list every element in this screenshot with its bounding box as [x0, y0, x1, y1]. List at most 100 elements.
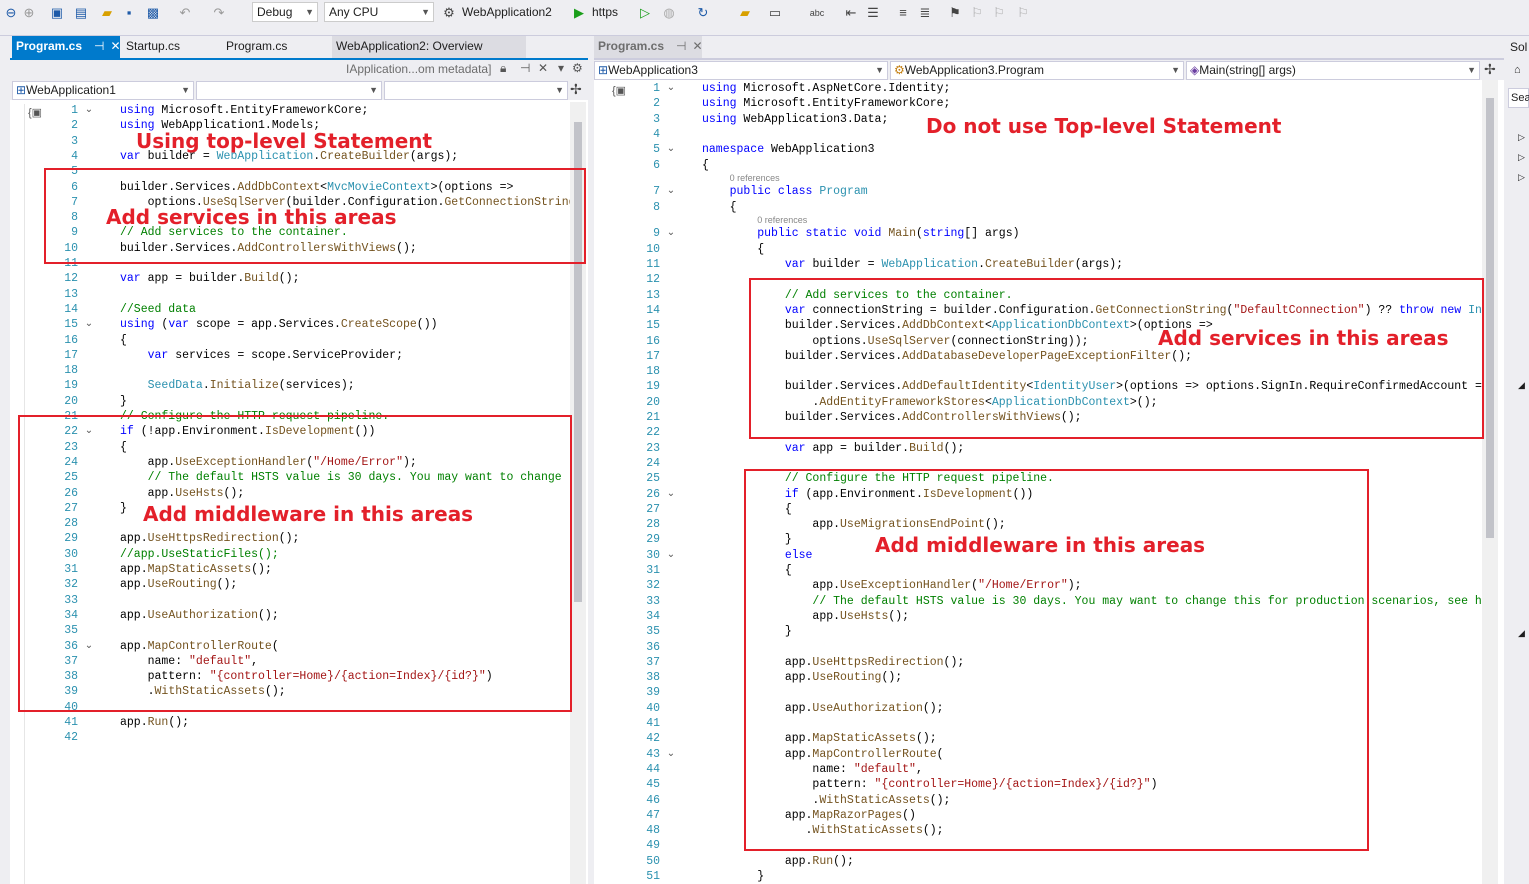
spellcheck-icon[interactable]: abc	[808, 4, 826, 22]
clear-bookmarks-icon[interactable]: ⚐	[1014, 4, 1032, 22]
code-token: using	[702, 82, 737, 95]
save-all-icon[interactable]: ▩	[144, 4, 162, 22]
chevron-down-icon[interactable]: ◢	[1518, 628, 1525, 639]
redo-icon[interactable]: ↷	[210, 4, 228, 22]
right-scroll-thumb[interactable]	[1486, 98, 1494, 538]
code-token: ();	[833, 854, 854, 868]
config-select[interactable]: Debug ▼	[252, 2, 318, 22]
bookmark-icon[interactable]: ⚑	[946, 4, 964, 22]
tab-startup-cs[interactable]: Startup.cs	[122, 36, 222, 58]
undo-icon[interactable]: ↶	[176, 4, 194, 22]
outline-icon[interactable]: ☰	[864, 4, 882, 22]
code-text: //Seed data	[120, 302, 196, 317]
fold-toggle-icon[interactable]: ⌄	[666, 226, 676, 241]
references-codelens[interactable]: 0 references	[594, 215, 1482, 227]
line-number: 48	[646, 824, 660, 838]
code-token: ();	[278, 272, 300, 286]
left-tab-bar: Program.cs ⊣ ✕ Startup.cs Program.cs WebAp…	[10, 36, 588, 58]
back-icon[interactable]: ⊖	[2, 4, 20, 22]
line-number: 6	[653, 158, 660, 172]
start-icon[interactable]: ▶	[570, 4, 588, 22]
refresh-icon[interactable]: ↻	[694, 4, 712, 22]
type-select[interactable]: ▼	[196, 81, 382, 100]
new-item-icon[interactable]: ▣	[48, 4, 66, 22]
pin-icon[interactable]: ⊣	[520, 61, 530, 75]
close-icon[interactable]: ✕	[538, 61, 548, 75]
references-label[interactable]: 0 references	[757, 215, 807, 227]
project-label: WebApplication1	[26, 83, 116, 97]
member-select[interactable]: ▼	[384, 81, 568, 100]
tab-overview[interactable]: WebApplication2: Overview	[332, 36, 526, 58]
code-token: Program	[819, 185, 868, 199]
code-text: {	[702, 158, 709, 173]
references-label[interactable]: 0 references	[730, 173, 780, 185]
project-select[interactable]: ⊞WebApplication3 ▼	[594, 61, 888, 80]
chevron-right-icon[interactable]: ▷	[1518, 152, 1525, 163]
fold-toggle-icon[interactable]: ⌄	[666, 747, 676, 762]
next-bookmark-icon[interactable]: ⚐	[990, 4, 1008, 22]
code-token: }	[120, 394, 127, 408]
line-number: 51	[646, 870, 660, 883]
project-select[interactable]: ⊞WebApplication1 ▼	[12, 81, 194, 100]
split-icon[interactable]: ✢	[1484, 61, 1496, 78]
platform-select[interactable]: Any CPU ▼	[324, 2, 434, 22]
chevron-down-icon: ▼	[1467, 65, 1476, 75]
left-edge-strip	[0, 36, 10, 884]
start-without-debug-icon[interactable]: ▷	[636, 4, 654, 22]
line-number: 16	[64, 333, 78, 347]
code-token: CreateBuilder	[985, 258, 1075, 271]
close-icon[interactable]: ✕	[110, 39, 120, 53]
layout-icon[interactable]: ▭	[766, 4, 784, 22]
line-number: 45	[646, 778, 660, 792]
startup-project-select[interactable]: WebApplication2	[462, 4, 552, 20]
fold-toggle-icon[interactable]: ⌄	[666, 184, 676, 199]
tab-program-cs[interactable]: Program.cs	[222, 36, 332, 58]
code-text: var services = scope.ServiceProvider;	[120, 348, 403, 363]
step-icon[interactable]: ⇤	[842, 4, 860, 22]
tab-program-cs-right[interactable]: Program.cs ⊣ ✕	[594, 36, 703, 58]
home-icon[interactable]: ⌂	[1514, 64, 1521, 76]
fold-toggle-icon[interactable]: ⌄	[666, 142, 676, 157]
member-select[interactable]: ◈Main(string[] args) ▼	[1186, 61, 1480, 80]
prev-bookmark-icon[interactable]: ⚐	[968, 4, 986, 22]
open-folder-icon[interactable]: ▰	[98, 4, 116, 22]
fold-toggle-icon[interactable]: ⌄	[84, 103, 94, 118]
tab-label: Startup.cs	[126, 39, 181, 53]
solution-explorer-tab[interactable]: Sol	[1510, 40, 1527, 54]
new-file-icon[interactable]: ▤	[72, 4, 90, 22]
class-select[interactable]: ⚙WebApplication3.Program ▼	[890, 61, 1184, 80]
solution-explorer-icon[interactable]: ▰	[736, 4, 754, 22]
hot-reload-icon[interactable]: ◍	[660, 4, 678, 22]
right-scrollbar[interactable]	[1482, 80, 1498, 884]
pin-icon[interactable]: ⊣	[94, 39, 104, 53]
split-icon[interactable]: ✢	[570, 81, 582, 98]
pin-icon[interactable]: ⊣	[676, 39, 686, 53]
code-text: var builder = WebApplication.CreateBuild…	[702, 257, 1123, 272]
fold-toggle-icon[interactable]: ⌄	[666, 81, 676, 96]
fold-toggle-icon[interactable]: ⌄	[666, 548, 676, 563]
solution-search-input[interactable]: Sea	[1508, 88, 1529, 108]
chevron-down-icon[interactable]: ◢	[1518, 380, 1525, 391]
close-icon[interactable]: ✕	[692, 39, 702, 53]
chevron-right-icon[interactable]: ▷	[1518, 172, 1525, 183]
references-codelens[interactable]: 0 references	[594, 173, 1482, 185]
code-token: [] args)	[964, 227, 1020, 241]
chevron-down-icon: ▼	[369, 85, 378, 95]
code-token: (	[154, 318, 169, 332]
indent-icon[interactable]: ≡	[894, 4, 912, 22]
fold-toggle-icon[interactable]: ⌄	[666, 487, 676, 502]
chevron-right-icon[interactable]: ▷	[1518, 132, 1525, 143]
save-icon[interactable]: ▪	[120, 4, 138, 22]
launch-profile-select[interactable]: https	[592, 4, 618, 20]
fold-toggle-icon[interactable]: ⌄	[84, 317, 94, 332]
chevron-down-icon[interactable]: ▾	[558, 61, 564, 75]
metadata-tab[interactable]: IApplication...om metadata]	[346, 62, 491, 76]
gear-icon[interactable]: ⚙	[572, 61, 583, 75]
code-token: {	[120, 333, 127, 347]
forward-icon[interactable]: ⊕	[20, 4, 38, 22]
tab-program-cs-active[interactable]: Program.cs ⊣ ✕	[12, 36, 121, 58]
code-token: app = builder.	[140, 272, 245, 286]
code-line: 12 var app = builder.Build();	[10, 271, 570, 286]
outdent-icon[interactable]: ≣	[916, 4, 934, 22]
